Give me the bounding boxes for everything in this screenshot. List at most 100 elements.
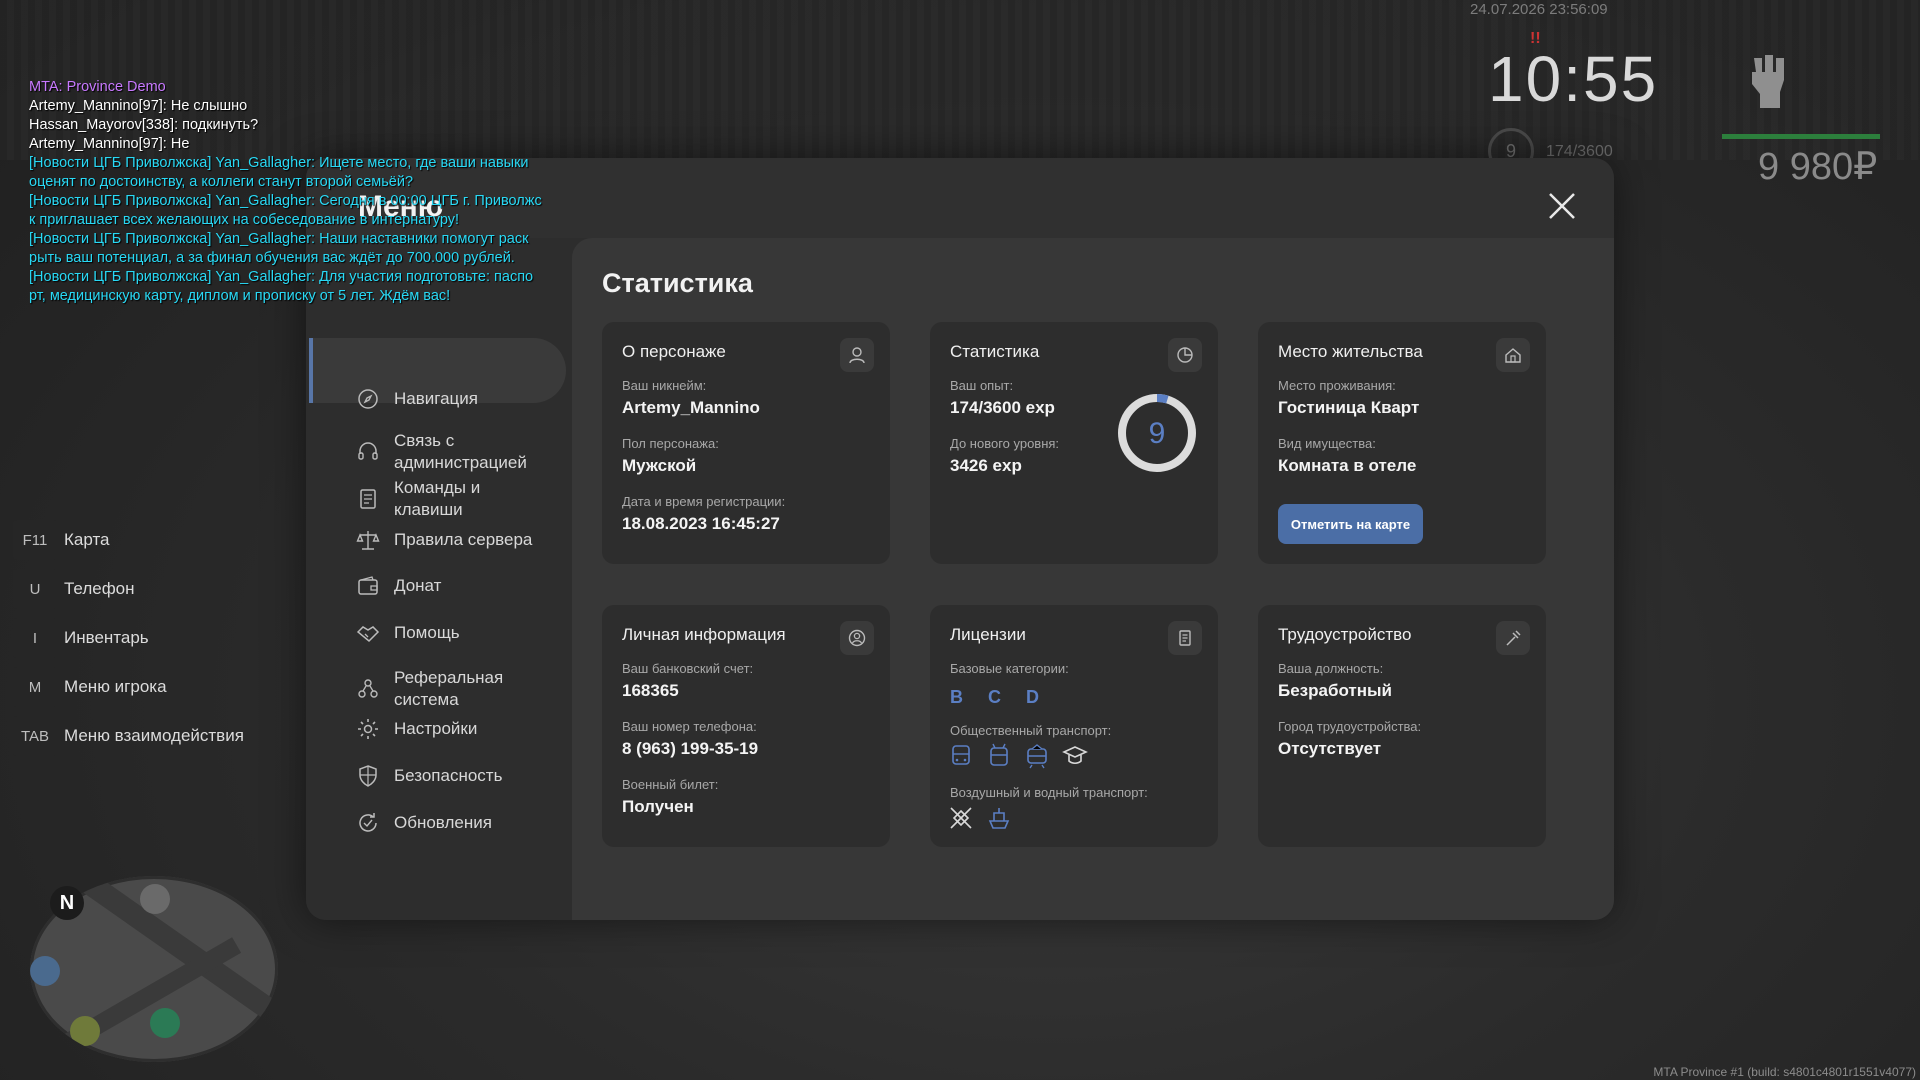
sidebar-item[interactable]: Обновления <box>356 811 566 835</box>
chart-icon <box>1168 338 1202 372</box>
key-hint[interactable]: TAB Меню взаимодействия <box>13 716 244 756</box>
north-indicator: N <box>50 886 84 920</box>
gear-icon <box>358 719 378 739</box>
hud-money: 9 980₽ <box>1758 146 1878 188</box>
key-hint[interactable]: U Телефон <box>13 569 244 609</box>
next-level-label: До нового уровня: <box>950 436 1060 451</box>
map-car-icon <box>150 1008 180 1038</box>
sidebar-item[interactable]: Навигация <box>356 387 566 411</box>
job-city-value: Отсутствует <box>1278 739 1382 758</box>
property-type-value: Комната в отеле <box>1278 456 1417 475</box>
refresh-icon <box>359 813 377 832</box>
hammer-icon <box>1496 621 1530 655</box>
phone-label: Ваш номер телефона: <box>622 719 757 734</box>
user-circle-icon <box>840 621 874 655</box>
wallet-icon <box>358 576 378 595</box>
base-categories-label: Базовые категории: <box>950 661 1069 676</box>
sidebar-item-label: Настройки <box>394 719 478 738</box>
card-character: О персонаже Ваш никнейм: Artemy_Mannino … <box>602 322 890 564</box>
sidebar-item-label: Правила сервера <box>394 530 533 549</box>
base-categories-value: B C D <box>950 687 1049 707</box>
fist-icon <box>1752 55 1784 108</box>
key-hint[interactable]: F11 Карта <box>13 520 244 560</box>
sidebar-item[interactable]: Безопасность <box>356 764 566 788</box>
stats-content: Статистика О персонаже Ваш никнейм: Arte… <box>572 238 1614 920</box>
card-title: Статистика <box>950 342 1040 361</box>
card-licenses: Лицензии Базовые категории: B C D Общест… <box>930 605 1218 847</box>
card-title: Личная информация <box>622 625 786 644</box>
boat-icon <box>988 808 1010 829</box>
gender-label: Пол персонажа: <box>622 436 719 451</box>
nickname-label: Ваш никнейм: <box>622 378 707 393</box>
key-hint[interactable]: M Меню игрока <box>13 667 244 707</box>
headset-icon <box>358 442 378 460</box>
key-hint[interactable]: I Инвентарь <box>13 618 244 658</box>
key-label: Инвентарь <box>64 628 149 647</box>
key-cap: U <box>13 569 57 609</box>
level-number: 9 <box>1149 417 1166 450</box>
card-title: Лицензии <box>950 625 1026 644</box>
bus-icon <box>952 745 970 765</box>
key-hints: F11 Карта U Телефон I Инвентарь M Меню игрока TA… <box>13 520 244 765</box>
key-cap: TAB <box>13 716 57 756</box>
compass-icon <box>358 389 378 409</box>
sidebar-item-label: Навигация <box>394 389 478 408</box>
sidebar-item[interactable]: Команды и клавиши <box>356 477 566 521</box>
sidebar-item[interactable]: Донат <box>356 574 566 598</box>
sidebar-item-label: Безопасность <box>394 766 503 785</box>
air-water-icons <box>948 805 1012 831</box>
hud-datetime: 24.07.2026 23:56:09 <box>1470 1 1608 18</box>
menu-sidebar: Навигация Связь с администрацией Команды и… <box>306 238 572 920</box>
sidebar-item-label: Связь с администрацией <box>394 431 527 472</box>
chat-message: Artemy_Mannino[97]: Не <box>29 136 190 152</box>
card-title: Трудоустройство <box>1278 625 1412 644</box>
map-house-icon <box>70 1016 100 1046</box>
registration-label: Дата и время регистрации: <box>622 494 786 509</box>
sidebar-item[interactable]: Связь с администрацией <box>356 430 566 474</box>
mark-on-map-button[interactable]: Отметить на карте <box>1278 504 1423 544</box>
military-value: Получен <box>622 797 694 816</box>
tram-icon <box>1027 744 1047 769</box>
sidebar-item[interactable]: Помощь <box>356 621 566 645</box>
sidebar-item-label: Реферальная система <box>394 668 504 709</box>
air-water-label: Воздушный и водный транспорт: <box>950 785 1148 800</box>
exp-label: Ваш опыт: <box>950 378 1014 393</box>
health-bar <box>1722 134 1880 139</box>
graduation-cap-icon <box>1062 746 1088 765</box>
position-value: Безработный <box>1278 681 1392 700</box>
map-blip-icon <box>140 884 170 914</box>
build-info: MTA Province #1 (build: s4801c4801r1551v… <box>1653 1065 1916 1079</box>
card-title: Место жительства <box>1278 342 1423 361</box>
public-transport-label: Общественный транспорт: <box>950 723 1112 738</box>
license-icon <box>1168 621 1202 655</box>
bank-value: 168365 <box>622 681 679 700</box>
position-label: Ваша должность: <box>1278 661 1384 676</box>
sidebar-item[interactable]: Правила сервера <box>356 528 566 552</box>
chat-message: Artemy_Mannino[97]: Не слышно <box>29 98 248 114</box>
military-label: Военный билет: <box>622 777 719 792</box>
chat-message: MTA: Province Demo <box>29 79 166 95</box>
trolleybus-icon <box>990 743 1008 766</box>
sidebar-item-label: Донат <box>394 576 442 595</box>
chat-message: [Новости ЦГБ Приволжска] Yan_Gallagher: … <box>29 193 542 228</box>
next-level-value: 3426 exp <box>950 456 1022 475</box>
card-job: Трудоустройство Ваша должность: Безработ… <box>1258 605 1546 847</box>
card-title: О персонаже <box>622 342 726 361</box>
chat-message: [Новости ЦГБ Приволжска] Yan_Gallagher: … <box>29 269 534 304</box>
document-icon <box>360 489 376 509</box>
card-personal: Личная информация Ваш банковский счет: 1… <box>602 605 890 847</box>
key-label: Карта <box>64 530 110 549</box>
public-transport-icons <box>948 743 1088 769</box>
sidebar-item-label: Команды и клавиши <box>394 478 481 519</box>
sidebar-item[interactable]: Настройки <box>356 717 566 741</box>
key-label: Меню игрока <box>64 677 167 696</box>
chat-log: MTA: Province Demo Artemy_Mannino[97]: Не… <box>29 78 629 306</box>
sidebar-item[interactable]: Реферальная система <box>356 667 566 711</box>
scales-icon <box>356 531 380 550</box>
close-button[interactable] <box>1546 190 1578 222</box>
bank-label: Ваш банковский счет: <box>622 661 754 676</box>
card-residence: Место жительства Место проживания: Гости… <box>1258 322 1546 564</box>
sidebar-item-label: Помощь <box>394 623 460 642</box>
referral-icon <box>358 679 378 698</box>
key-cap: M <box>13 667 57 707</box>
